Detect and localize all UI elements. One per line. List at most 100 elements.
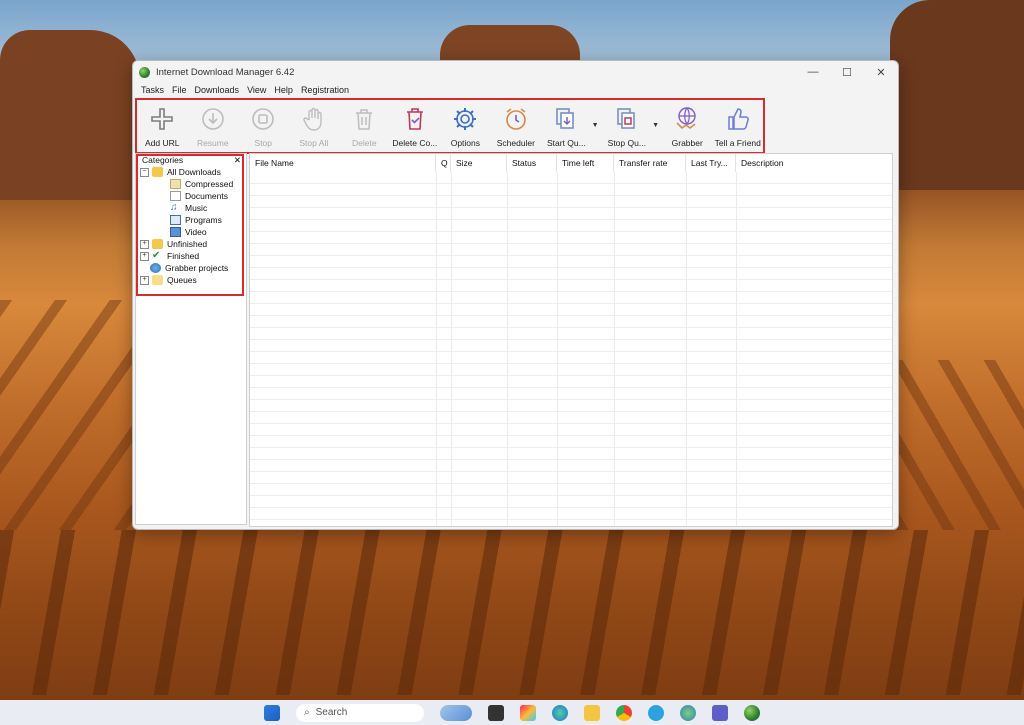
- dune-ripples-left: [0, 300, 132, 530]
- expand-icon[interactable]: +: [140, 275, 149, 285]
- resume-button[interactable]: Resume: [188, 100, 239, 152]
- column-divider: [736, 172, 737, 526]
- maximize-button[interactable]: ☐: [830, 61, 864, 83]
- taskbar-search[interactable]: ⌕ Search: [296, 703, 424, 722]
- menu-view[interactable]: View: [247, 85, 266, 95]
- widgets-icon[interactable]: [440, 704, 472, 721]
- thumbs-up-icon: [727, 108, 749, 130]
- menu-tasks[interactable]: Tasks: [141, 85, 164, 95]
- column-header-description[interactable]: Description: [736, 154, 892, 172]
- menu-downloads[interactable]: Downloads: [195, 85, 240, 95]
- tree-item-all-downloads[interactable]: − All Downloads: [140, 167, 221, 177]
- stop-button[interactable]: Stop: [238, 100, 289, 152]
- tree-item-label: Grabber projects: [165, 263, 229, 273]
- edge-browser-icon[interactable]: [552, 704, 568, 721]
- document-icon: [170, 191, 181, 201]
- column-divider: [451, 172, 452, 526]
- dune-ripples-right: [897, 360, 1024, 530]
- start-windows-icon[interactable]: [264, 704, 280, 721]
- desert-rock-right: [890, 0, 1024, 190]
- tree-item-label: Finished: [167, 251, 200, 261]
- column-header-status[interactable]: Status: [507, 154, 557, 172]
- scheduler-button[interactable]: Scheduler: [491, 100, 542, 152]
- column-divider: [507, 172, 508, 526]
- menu-help[interactable]: Help: [274, 85, 293, 95]
- idm-app-icon: [139, 66, 150, 78]
- stop-all-icon: [303, 107, 322, 131]
- copilot-icon[interactable]: [520, 704, 536, 721]
- tree-item-music[interactable]: ♫ Music: [170, 202, 208, 214]
- idm-taskbar-icon[interactable]: [744, 704, 760, 721]
- stop-icon: [252, 108, 275, 130]
- music-note-icon: ♫: [170, 202, 178, 213]
- stop-queue-dropdown-icon[interactable]: ▼: [652, 122, 662, 129]
- column-header-last-try[interactable]: Last Try...: [686, 154, 736, 172]
- start-queue-dropdown-icon[interactable]: ▼: [592, 122, 602, 129]
- tree-item-label: Queues: [167, 275, 197, 285]
- add-url-button[interactable]: Add URL: [137, 100, 188, 152]
- desert-rock-center: [440, 25, 580, 65]
- column-header-time-left[interactable]: Time left: [557, 154, 614, 172]
- minimize-button[interactable]: —: [796, 61, 830, 83]
- search-placeholder: Search: [315, 707, 348, 718]
- delete-icon: [356, 109, 373, 130]
- open-folder-icon: [152, 167, 163, 177]
- tree-item-unfinished[interactable]: + Unfinished: [140, 239, 207, 249]
- stop-queue-icon: [616, 108, 635, 129]
- unfinished-folder-icon: [152, 239, 163, 249]
- teams-icon[interactable]: [712, 704, 728, 721]
- dune-ripples-bottom: [0, 530, 1024, 695]
- tree-item-finished[interactable]: + ✔ Finished: [140, 251, 199, 261]
- tree-item-label: Documents: [185, 191, 228, 201]
- desert-rock-left: [0, 30, 140, 200]
- task-view-icon[interactable]: [488, 704, 504, 721]
- chrome-icon[interactable]: [616, 704, 632, 721]
- options-button[interactable]: Options: [440, 100, 491, 152]
- telegram-icon[interactable]: [648, 704, 664, 721]
- stop-queue-button[interactable]: Stop Qu...: [602, 100, 653, 152]
- column-header-transfer-rate[interactable]: Transfer rate: [614, 154, 686, 172]
- tree-item-label: Unfinished: [167, 239, 208, 249]
- tree-item-label: Video: [185, 227, 207, 237]
- close-button[interactable]: ✕: [864, 61, 898, 83]
- title-bar[interactable]: Internet Download Manager 6.42 — ☐ ✕: [133, 61, 898, 83]
- main-toolbar: Add URL Resume Stop Stop All Delete Dele…: [135, 98, 765, 154]
- checkmark-folder-icon: ✔: [152, 250, 161, 261]
- column-header-q[interactable]: Q: [436, 154, 451, 172]
- globe-app-icon[interactable]: [680, 704, 696, 721]
- expand-icon[interactable]: +: [140, 251, 149, 261]
- video-screen-icon: [170, 227, 181, 237]
- options-gear-icon: [454, 108, 477, 130]
- start-queue-button[interactable]: Start Qu...: [541, 100, 592, 152]
- empty-rows-grid: [250, 172, 892, 526]
- column-divider: [436, 172, 437, 526]
- menu-file[interactable]: File: [172, 85, 187, 95]
- tree-item-documents[interactable]: Documents: [170, 191, 228, 201]
- downloads-list[interactable]: File Name Q Size Status Time left Transf…: [249, 153, 893, 527]
- delete-completed-button[interactable]: Delete Co...: [390, 100, 441, 152]
- resume-icon: [201, 108, 224, 130]
- column-divider: [686, 172, 687, 526]
- grabber-button[interactable]: Grabber: [662, 100, 713, 152]
- categories-panel: Categories ✕ − All Downloads Compressed …: [135, 153, 247, 525]
- file-explorer-icon[interactable]: [584, 704, 600, 721]
- tree-item-grabber-projects[interactable]: Grabber projects: [150, 263, 228, 273]
- taskbar: ⌕ Search: [0, 700, 1024, 725]
- tree-item-compressed[interactable]: Compressed: [170, 179, 233, 189]
- add-url-icon: [151, 108, 174, 130]
- tree-item-label: Music: [185, 203, 208, 213]
- tree-item-video[interactable]: Video: [170, 227, 207, 237]
- column-header-size[interactable]: Size: [451, 154, 507, 172]
- expand-icon[interactable]: +: [140, 239, 149, 249]
- tree-item-queues[interactable]: + Queues: [140, 275, 197, 285]
- delete-button[interactable]: Delete: [339, 100, 390, 152]
- tree-item-programs[interactable]: Programs: [170, 215, 222, 225]
- tell-a-friend-button[interactable]: Tell a Friend: [712, 100, 763, 152]
- menu-registration[interactable]: Registration: [301, 85, 349, 95]
- tree-item-label: Programs: [185, 215, 222, 225]
- stop-all-button[interactable]: Stop All: [289, 100, 340, 152]
- column-divider: [614, 172, 615, 526]
- column-header-file-name[interactable]: File Name: [250, 154, 436, 172]
- idm-window: Internet Download Manager 6.42 — ☐ ✕ Tas…: [132, 60, 899, 530]
- collapse-icon[interactable]: −: [140, 167, 149, 177]
